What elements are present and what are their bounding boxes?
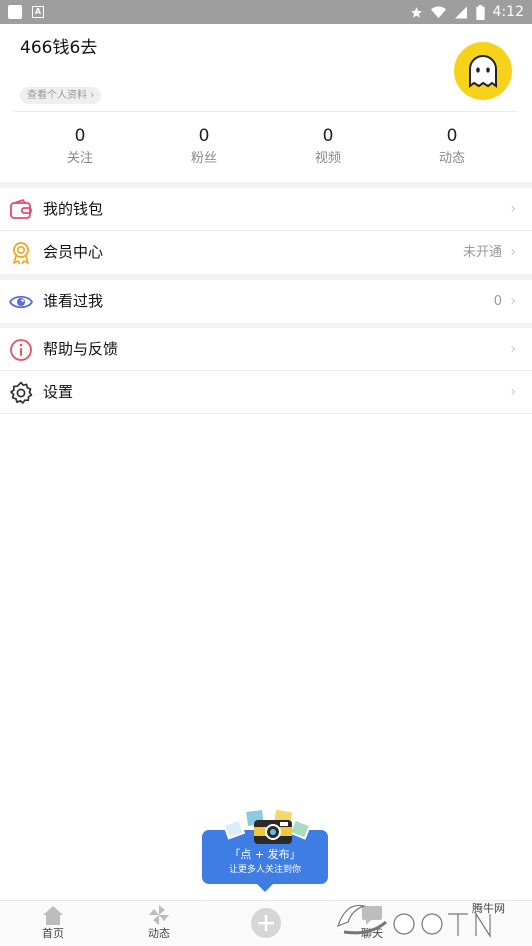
stat-label: 粉丝 xyxy=(190,151,217,166)
stat-value: 0 xyxy=(198,126,210,146)
menu-item-help[interactable]: 帮助与反馈 › xyxy=(0,328,532,371)
avatar[interactable] xyxy=(454,42,512,100)
stat-followers[interactable]: 0 粉丝 xyxy=(154,124,254,170)
stat-label: 视频 xyxy=(314,151,341,166)
info-icon xyxy=(10,339,32,361)
medal-icon xyxy=(12,242,30,265)
watermark-text: 腾牛网 xyxy=(472,902,505,915)
wifi-icon xyxy=(430,6,446,18)
status-bar: A 4:12 xyxy=(0,0,532,24)
notification-icon xyxy=(8,5,22,19)
plus-circle-icon xyxy=(251,908,281,938)
eye-icon xyxy=(9,295,33,309)
camera-photos-icon xyxy=(222,808,312,844)
pinwheel-icon xyxy=(149,905,169,925)
signal-icon xyxy=(454,6,467,18)
username: 466钱6去 xyxy=(20,38,98,58)
chevron-right-icon: › xyxy=(510,201,516,217)
chevron-right-icon: › xyxy=(510,244,516,260)
nav-publish[interactable] xyxy=(231,907,301,939)
menu-item-label: 会员中心 xyxy=(43,243,104,261)
menu-item-wallet[interactable]: 我的钱包 › xyxy=(0,188,532,231)
vip-status: 未开通 xyxy=(462,245,502,260)
menu-item-label: 谁看过我 xyxy=(43,292,104,310)
nav-label: 动态 xyxy=(148,927,170,940)
menu-item-visitors[interactable]: 谁看过我 0 › xyxy=(0,280,532,323)
view-profile-button[interactable]: 查看个人资料 › xyxy=(20,87,102,104)
chevron-right-icon: › xyxy=(510,293,516,309)
stat-value: 0 xyxy=(74,126,86,146)
app-notification-icon: A xyxy=(32,6,44,18)
status-time: 4:12 xyxy=(492,4,524,20)
battery-icon xyxy=(475,4,485,20)
publish-tooltip-title: 「点 + 发布」 xyxy=(229,848,301,861)
chevron-right-icon: › xyxy=(510,384,516,400)
stat-following[interactable]: 0 关注 xyxy=(30,124,130,170)
profile-header: 466钱6去 查看个人资料 › 0 关注 0 粉丝 0 视频 0 动态 xyxy=(0,24,532,182)
star-icon xyxy=(410,6,422,18)
gear-icon xyxy=(10,381,33,404)
divider xyxy=(0,413,532,414)
stat-label: 动态 xyxy=(438,151,465,166)
home-icon xyxy=(43,906,63,925)
stat-value: 0 xyxy=(446,126,458,146)
stats-bar: 0 关注 0 粉丝 0 视频 0 动态 xyxy=(0,124,532,172)
publish-tooltip-subtitle: 让更多人关注到你 xyxy=(228,865,301,875)
stat-value: 0 xyxy=(322,126,334,146)
wallet-icon xyxy=(10,199,32,219)
stat-label: 关注 xyxy=(66,151,93,166)
chevron-right-icon: › xyxy=(510,341,516,357)
stat-posts[interactable]: 0 动态 xyxy=(402,124,502,170)
stat-videos[interactable]: 0 视频 xyxy=(278,124,378,170)
menu-item-label: 我的钱包 xyxy=(43,200,104,218)
nav-home[interactable]: 首页 xyxy=(18,904,88,942)
divider xyxy=(14,111,518,112)
menu-item-settings[interactable]: 设置 › xyxy=(0,371,532,414)
menu-item-label: 帮助与反馈 xyxy=(43,340,119,358)
nav-moments[interactable]: 动态 xyxy=(124,904,194,942)
nav-label: 首页 xyxy=(42,927,64,940)
visitor-count: 0 xyxy=(493,294,502,309)
ghost-avatar-icon xyxy=(469,55,497,88)
menu-item-vip[interactable]: 会员中心 未开通 › xyxy=(0,231,532,274)
menu-item-label: 设置 xyxy=(43,383,74,401)
